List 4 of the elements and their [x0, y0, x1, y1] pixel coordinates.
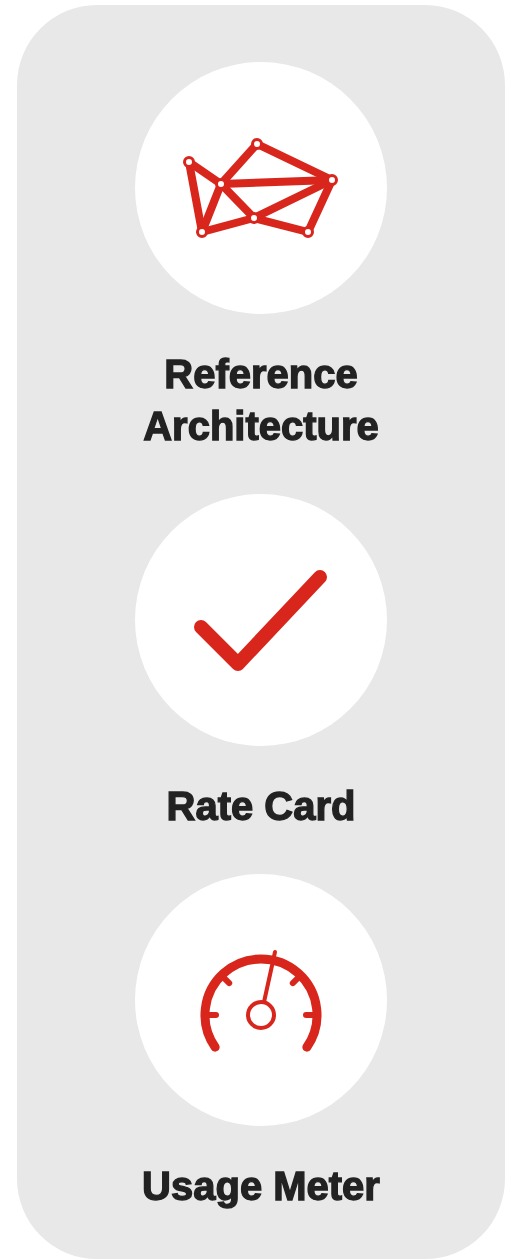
feature-title: Usage Meter: [141, 1163, 381, 1210]
feature-title: Reference Architecture: [142, 351, 380, 450]
checkmark-icon: [194, 569, 328, 671]
feature-title: Rate Card: [165, 783, 357, 830]
